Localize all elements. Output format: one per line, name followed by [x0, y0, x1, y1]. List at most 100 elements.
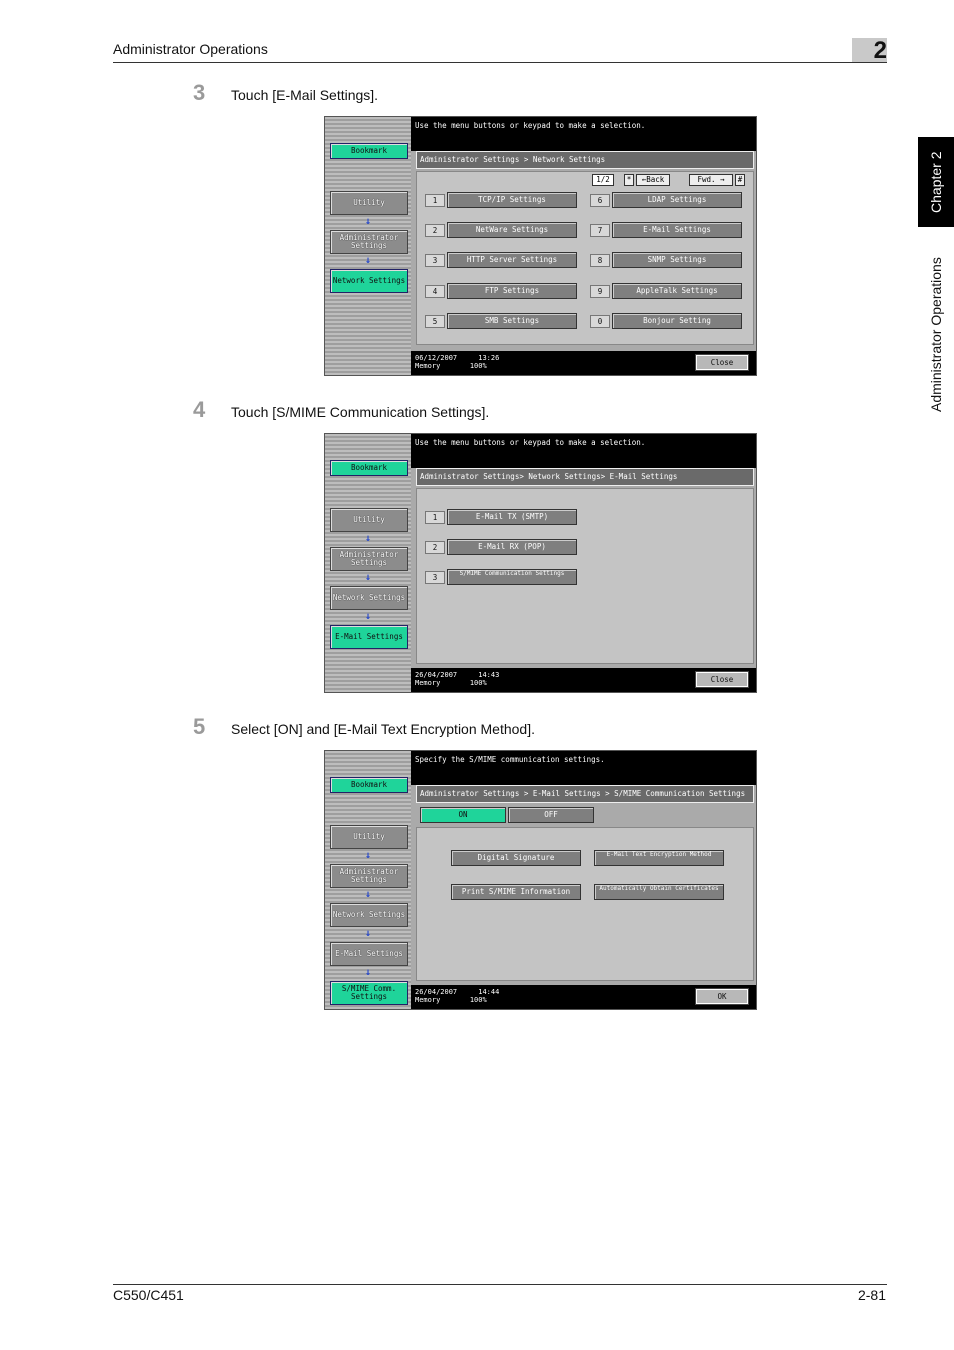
- item-number: 9: [590, 285, 610, 298]
- nav-utility[interactable]: Utility: [330, 825, 408, 849]
- screen-network-settings: Bookmark Utility ↓ Administrator Setting…: [324, 116, 757, 376]
- down-arrow-icon: ↓: [364, 928, 372, 939]
- down-arrow-icon: ↓: [364, 572, 372, 583]
- memory-value: 100%: [469, 996, 487, 1004]
- forward-button[interactable]: Fwd. →: [689, 174, 733, 186]
- menu-area: 1 E-Mail TX (SMTP) 2 E-Mail RX (POP) 3 S…: [416, 488, 754, 664]
- nav-administrator-settings[interactable]: Administrator Settings: [330, 547, 408, 571]
- item-number: 0: [590, 315, 610, 328]
- step-number: 3: [193, 80, 206, 105]
- forward-label: Fwd.: [697, 175, 716, 184]
- date: 26/04/2007: [415, 988, 458, 996]
- screen-smime-settings: Bookmark Utility ↓ Administrator Setting…: [324, 750, 757, 1010]
- left-panel: Bookmark Utility ↓ Administrator Setting…: [325, 751, 411, 1009]
- item-number: 3: [425, 254, 445, 267]
- down-arrow-icon: ↓: [364, 216, 372, 227]
- bookmark-button[interactable]: Bookmark: [330, 143, 408, 159]
- email-tx-smtp-button[interactable]: E-Mail TX (SMTP): [447, 509, 577, 525]
- time: 14:43: [478, 671, 500, 679]
- email-text-encryption-method-button[interactable]: E-Mail Text Encryption Method: [594, 850, 724, 866]
- nav-email-settings[interactable]: E-Mail Settings: [330, 942, 408, 966]
- ftp-settings-button[interactable]: FTP Settings: [447, 283, 577, 299]
- smb-settings-button[interactable]: SMB Settings: [447, 313, 577, 329]
- item-number: 1: [425, 194, 445, 207]
- item-number: 7: [590, 224, 610, 237]
- footer-rule: [113, 1284, 887, 1285]
- nav-administrator-settings[interactable]: Administrator Settings: [330, 230, 408, 254]
- off-button[interactable]: OFF: [508, 807, 594, 823]
- item-number: 8: [590, 254, 610, 267]
- section-tab-label: Administrator Operations: [928, 257, 944, 413]
- nav-utility[interactable]: Utility: [330, 191, 408, 215]
- print-smime-information-button[interactable]: Print S/MIME Information: [451, 884, 581, 900]
- breadcrumb: Administrator Settings> Network Settings…: [416, 468, 754, 486]
- footer-model: C550/C451: [113, 1287, 184, 1303]
- memory-value: 100%: [469, 679, 487, 687]
- memory-label: Memory: [415, 362, 441, 370]
- bookmark-button[interactable]: Bookmark: [330, 777, 408, 793]
- item-number: 2: [425, 224, 445, 237]
- nav-network-settings[interactable]: Network Settings: [330, 269, 408, 293]
- appletalk-settings-button[interactable]: AppleTalk Settings: [612, 283, 742, 299]
- down-arrow-icon: ↓: [364, 967, 372, 978]
- chapter-number: 2: [873, 37, 887, 64]
- date: 06/12/2007: [415, 354, 458, 362]
- item-number: 6: [590, 194, 610, 207]
- item-number: 5: [425, 315, 445, 328]
- left-panel: Bookmark Utility ↓ Administrator Setting…: [325, 117, 411, 375]
- down-arrow-icon: ↓: [364, 611, 372, 622]
- step-text: Touch [S/MIME Communication Settings].: [231, 404, 490, 420]
- settings-area: Digital Signature E-Mail Text Encryption…: [416, 827, 754, 981]
- step-text: Touch [E-Mail Settings].: [231, 87, 379, 103]
- item-number: 2: [425, 541, 445, 554]
- step-number: 4: [193, 397, 206, 422]
- screen-email-settings: Bookmark Utility ↓ Administrator Setting…: [324, 433, 757, 693]
- item-number: 1: [425, 511, 445, 524]
- page-indicator: 1/2: [592, 174, 614, 186]
- down-arrow-icon: ↓: [364, 533, 372, 544]
- footer-page-number: 2-81: [857, 1287, 886, 1303]
- breadcrumb: Administrator Settings > E-Mail Settings…: [416, 785, 754, 803]
- ldap-settings-button[interactable]: LDAP Settings: [612, 192, 742, 208]
- automatically-obtain-certificates-button[interactable]: Automatically Obtain Certificates: [594, 884, 724, 900]
- smime-communication-settings-button[interactable]: S/MIME Communication Settings: [447, 569, 577, 585]
- memory-label: Memory: [415, 996, 441, 1004]
- back-button[interactable]: ←Back: [636, 174, 670, 186]
- snmp-settings-button[interactable]: SNMP Settings: [612, 252, 742, 268]
- chapter-tab-label: Chapter 2: [928, 151, 944, 213]
- item-number: 4: [425, 285, 445, 298]
- nav-email-settings[interactable]: E-Mail Settings: [330, 625, 408, 649]
- memory-label: Memory: [415, 679, 441, 687]
- http-server-settings-button[interactable]: HTTP Server Settings: [447, 252, 577, 268]
- ok-button[interactable]: OK: [695, 988, 749, 1005]
- nav-utility[interactable]: Utility: [330, 508, 408, 532]
- hash-key[interactable]: #: [735, 174, 745, 186]
- bookmark-button[interactable]: Bookmark: [330, 460, 408, 476]
- close-button[interactable]: Close: [695, 671, 749, 688]
- running-header-title: Administrator Operations: [113, 41, 268, 57]
- nav-smime-comm-settings[interactable]: S/MIME Comm. Settings: [330, 981, 408, 1005]
- item-number: 3: [425, 571, 445, 584]
- down-arrow-icon: ↓: [364, 889, 372, 900]
- star-key[interactable]: *: [624, 174, 634, 186]
- close-button[interactable]: Close: [695, 354, 749, 371]
- tcpip-settings-button[interactable]: TCP/IP Settings: [447, 192, 577, 208]
- email-rx-pop-button[interactable]: E-Mail RX (POP): [447, 539, 577, 555]
- email-settings-button[interactable]: E-Mail Settings: [612, 222, 742, 238]
- left-panel: Bookmark Utility ↓ Administrator Setting…: [325, 434, 411, 692]
- on-button[interactable]: ON: [420, 807, 506, 823]
- memory-value: 100%: [469, 362, 487, 370]
- time: 14:44: [478, 988, 500, 996]
- time: 13:26: [478, 354, 500, 362]
- digital-signature-button[interactable]: Digital Signature: [451, 850, 581, 866]
- message-bar: Use the menu buttons or keypad to make a…: [411, 117, 756, 151]
- nav-administrator-settings[interactable]: Administrator Settings: [330, 864, 408, 888]
- netware-settings-button[interactable]: NetWare Settings: [447, 222, 577, 238]
- nav-network-settings[interactable]: Network Settings: [330, 903, 408, 927]
- bonjour-setting-button[interactable]: Bonjour Setting: [612, 313, 742, 329]
- step-text: Select [ON] and [E-Mail Text Encryption …: [231, 721, 535, 737]
- nav-network-settings[interactable]: Network Settings: [330, 586, 408, 610]
- date: 26/04/2007: [415, 671, 458, 679]
- menu-area: 1/2 * ←Back Fwd. → # 1 TCP/IP Settings 2…: [416, 171, 754, 345]
- step-number: 5: [193, 714, 206, 739]
